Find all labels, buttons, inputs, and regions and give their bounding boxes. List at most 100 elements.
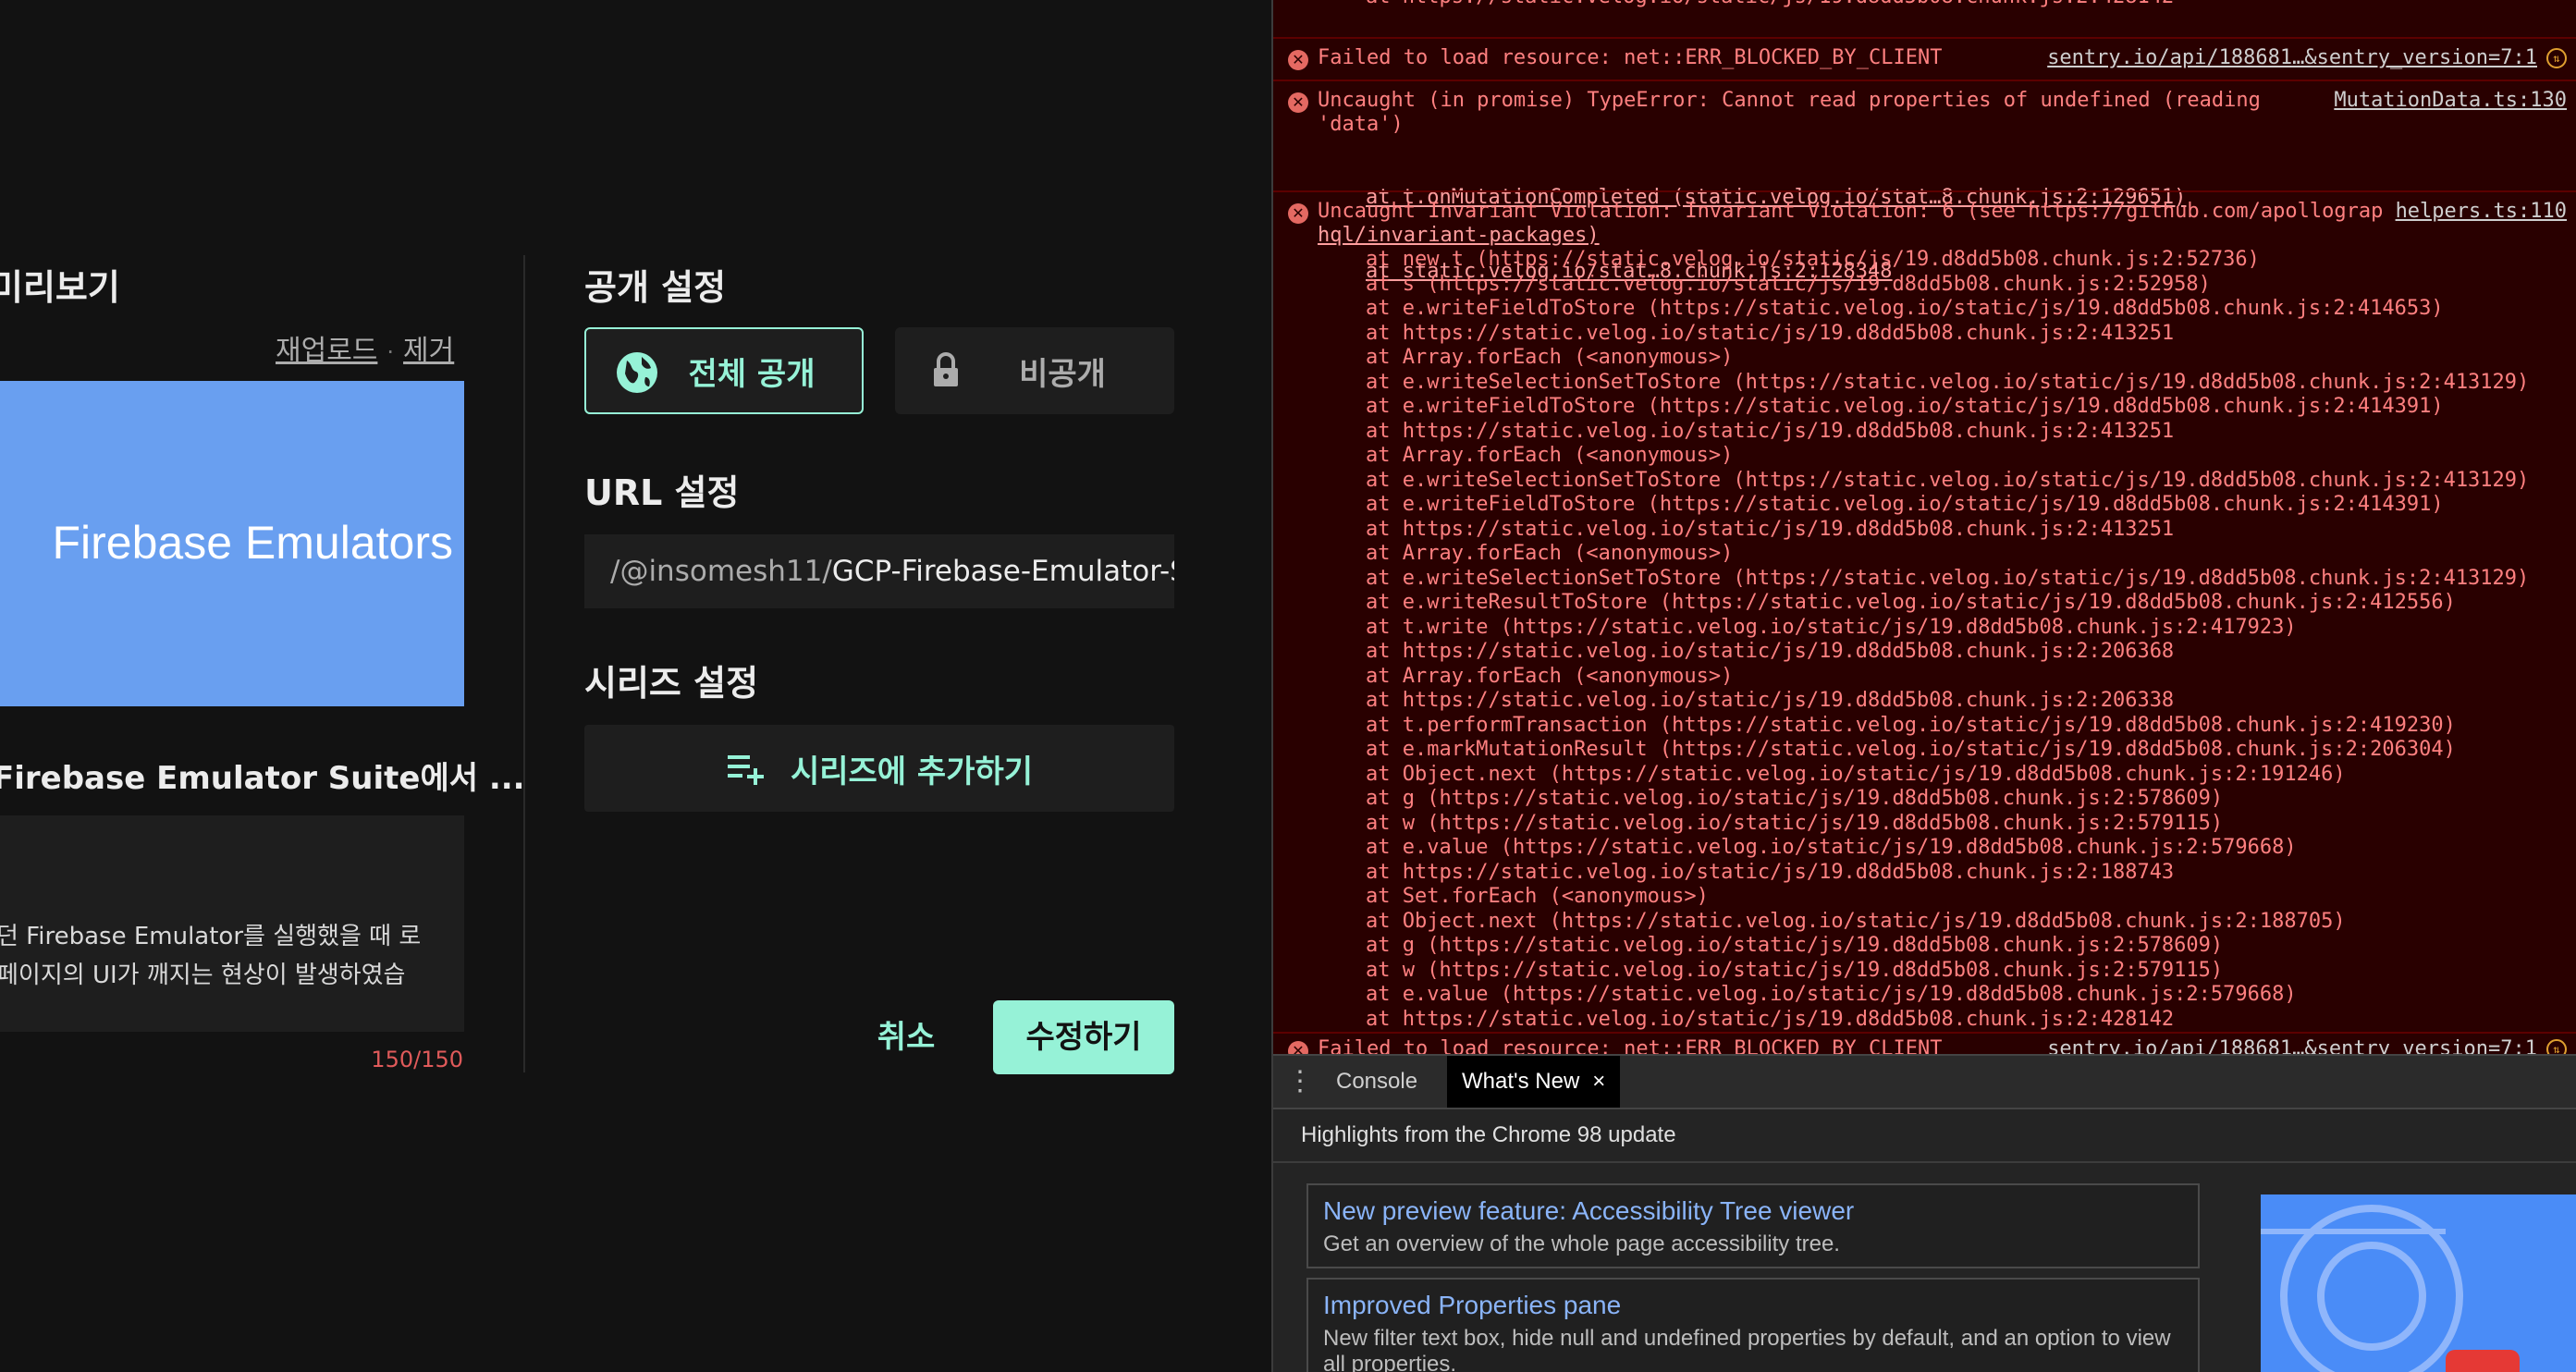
console-error-entry: ✕ Uncaught Invariant Violation: Invarian… xyxy=(1273,190,2576,1045)
error-source-link[interactable]: helpers.ts:110 xyxy=(2396,200,2567,223)
private-label: 비공개 xyxy=(1019,355,1106,393)
reupload-link[interactable]: 재업로드 xyxy=(276,335,377,367)
network-icon: ⇅ xyxy=(2546,1039,2567,1054)
stack-frame[interactable]: at e.writeFieldToStore (https://static.v… xyxy=(1366,395,2529,420)
stack-frame[interactable]: at e.markMutationResult (https://static.… xyxy=(1366,738,2529,763)
stack-frame[interactable]: at https://static.velog.io/static/js/19.… xyxy=(1366,420,2529,445)
stack-frame[interactable]: at e.value (https://static.velog.io/stat… xyxy=(1366,983,2529,1008)
console-error-entry: ✕ Uncaught (in promise) TypeError: Canno… xyxy=(1273,80,2576,283)
chrome-logo-icon xyxy=(2261,1205,2520,1372)
stack-frame[interactable]: at Array.forEach (<anonymous>) xyxy=(1366,542,2529,567)
thumbnail-actions: 재업로드 · 제거 xyxy=(276,327,454,368)
playlist-add-icon xyxy=(727,755,764,785)
error-icon: ✕ xyxy=(1288,50,1308,70)
stack-frame[interactable]: at g (https://static.velog.io/static/js/… xyxy=(1366,787,2529,812)
url-prefix: /@insomesh11/ xyxy=(610,555,832,588)
stack-frame[interactable]: at new t (https://static.velog.io/static… xyxy=(1366,248,2529,273)
description-counter: 150/150 xyxy=(371,1047,463,1072)
card-title[interactable]: New preview feature: Accessibility Tree … xyxy=(1323,1196,2183,1226)
stack-frame[interactable]: at e.writeFieldToStore (https://static.v… xyxy=(1366,493,2529,518)
series-heading: 시리즈 설정 xyxy=(584,663,759,704)
error-icon: ✕ xyxy=(1288,203,1308,224)
description-line: 페이지의 UI가 깨지는 현상이 발생하였습 xyxy=(0,962,406,989)
stack-frame[interactable]: at s (https://static.velog.io/static/js/… xyxy=(1366,273,2529,298)
velog-publish-screen: 미리보기 재업로드 · 제거 Firebase Emulators Firebase… xyxy=(0,0,1271,1372)
whats-new-card[interactable]: Improved Properties pane New filter text… xyxy=(1306,1278,2200,1372)
console-error-entry: ✕ Failed to load resource: net::ERR_BLOC… xyxy=(1273,37,2576,80)
stack-frame[interactable]: at https://static.velog.io/static/js/19.… xyxy=(1366,518,2529,543)
error-source-link[interactable]: MutationData.ts:130 xyxy=(2334,89,2567,112)
stack-frame[interactable]: at e.writeResultToStore (https://static.… xyxy=(1366,591,2529,616)
console-output[interactable]: at https://static.velog.io/static/js/19.… xyxy=(1273,0,2576,1054)
description-textarea[interactable]: 던 Firebase Emulator를 실행했을 때 로 페이지의 UI가 깨… xyxy=(0,815,464,1032)
stack-frame[interactable]: at https://static.velog.io/static/js/19.… xyxy=(1366,689,2529,714)
error-icon: ✕ xyxy=(1288,92,1308,113)
error-source-link[interactable]: sentry.io/api/188681…&sentry_version=7:1… xyxy=(2047,1037,2567,1054)
kebab-menu-icon[interactable]: ⋮ xyxy=(1286,1065,1314,1102)
stack-frame[interactable]: at w (https://static.velog.io/static/js/… xyxy=(1366,959,2529,984)
stack-frame: at https://static.velog.io/static/js/19.… xyxy=(1366,0,2174,8)
close-icon[interactable]: × xyxy=(1592,1069,1605,1094)
card-title[interactable]: Improved Properties pane xyxy=(1323,1291,2183,1320)
stack-frame[interactable]: at Object.next (https://static.velog.io/… xyxy=(1366,910,2529,935)
stack-frame[interactable]: at e.writeSelectionSetToStore (https://s… xyxy=(1366,371,2529,396)
stack-frame[interactable]: at https://static.velog.io/static/js/19.… xyxy=(1366,861,2529,886)
card-description: Get an overview of the whole page access… xyxy=(1323,1231,1840,1256)
stack-frame[interactable]: at Array.forEach (<anonymous>) xyxy=(1366,665,2529,690)
public-button[interactable]: 전체 공개 xyxy=(584,327,864,414)
stack-frame[interactable]: at e.writeSelectionSetToStore (https://s… xyxy=(1366,469,2529,494)
cancel-button[interactable]: 취소 xyxy=(851,1000,962,1074)
error-message-cont: hql/invariant-packages) xyxy=(1318,224,1600,247)
drawer-tab-bar: ⋮ Console What's New × xyxy=(1273,1054,2576,1109)
stack-frame[interactable]: at Array.forEach (<anonymous>) xyxy=(1366,346,2529,371)
stack-trace: at new t (https://static.velog.io/static… xyxy=(1366,248,2529,1032)
remove-link[interactable]: 제거 xyxy=(403,335,454,367)
thumbnail-text: Firebase Emulators xyxy=(52,517,454,569)
divider xyxy=(1273,1161,2576,1163)
column-divider xyxy=(523,255,525,1072)
stack-frame[interactable]: at https://static.velog.io/static/js/19.… xyxy=(1366,640,2529,665)
stack-frame[interactable]: at Set.forEach (<anonymous>) xyxy=(1366,885,2529,910)
stack-frame[interactable]: at g (https://static.velog.io/static/js/… xyxy=(1366,934,2529,959)
error-icon: ✕ xyxy=(1288,1041,1308,1054)
whats-new-panel: Highlights from the Chrome 98 update New… xyxy=(1273,1109,2576,1372)
url-input[interactable]: /@insomesh11/GCP-Firebase-Emulator-S xyxy=(584,534,1174,608)
error-source-text: sentry.io/api/188681…&sentry_version=7:1 xyxy=(2047,1037,2537,1054)
error-message: Failed to load resource: net::ERR_BLOCKE… xyxy=(1318,1037,1943,1054)
error-message: Uncaught Invariant Violation: Invariant … xyxy=(1318,200,2384,223)
post-title: Firebase Emulator Suite에서 ... xyxy=(0,760,525,797)
error-message: Failed to load resource: net::ERR_BLOCKE… xyxy=(1318,46,1943,69)
stack-frame[interactable]: at e.writeSelectionSetToStore (https://s… xyxy=(1366,567,2529,592)
error-message: Uncaught (in promise) TypeError: Cannot … xyxy=(1318,89,2261,112)
tab-whats-new[interactable]: What's New × xyxy=(1447,1056,1621,1108)
console-error-entry: ✕ Failed to load resource: net::ERR_BLOC… xyxy=(1273,1032,2576,1054)
url-heading: URL 설정 xyxy=(584,472,740,513)
add-to-series-button[interactable]: 시리즈에 추가하기 xyxy=(584,725,1174,812)
error-source-text: sentry.io/api/188681…&sentry_version=7:1 xyxy=(2047,46,2537,69)
separator-dot: · xyxy=(386,339,395,365)
stack-frame[interactable]: at Object.next (https://static.velog.io/… xyxy=(1366,763,2529,788)
stack-frame[interactable]: at w (https://static.velog.io/static/js/… xyxy=(1366,812,2529,837)
stack-frame[interactable]: at t.write (https://static.velog.io/stat… xyxy=(1366,616,2529,641)
error-message-cont: 'data') xyxy=(1318,113,1404,136)
submit-button[interactable]: 수정하기 xyxy=(993,1000,1174,1074)
chrome-video-thumbnail[interactable] xyxy=(2261,1194,2576,1372)
whats-new-card[interactable]: New preview feature: Accessibility Tree … xyxy=(1306,1183,2200,1268)
visibility-heading: 공개 설정 xyxy=(584,267,727,308)
thumbnail-image: Firebase Emulators xyxy=(0,381,464,706)
public-label: 전체 공개 xyxy=(688,355,816,393)
tab-whats-new-label: What's New xyxy=(1462,1069,1580,1094)
private-button[interactable]: 비공개 xyxy=(895,327,1174,414)
tab-console[interactable]: Console xyxy=(1321,1056,1432,1108)
devtools-panel: at https://static.velog.io/static/js/19.… xyxy=(1271,0,2576,1372)
stack-frame[interactable]: at Array.forEach (<anonymous>) xyxy=(1366,444,2529,469)
card-description: New filter text box, hide null and undef… xyxy=(1323,1326,2171,1372)
description-line: 던 Firebase Emulator를 실행했을 때 로 xyxy=(0,923,422,950)
stack-frame[interactable]: at https://static.velog.io/static/js/19.… xyxy=(1366,1008,2529,1033)
stack-frame[interactable]: at e.writeFieldToStore (https://static.v… xyxy=(1366,297,2529,322)
error-source-link[interactable]: sentry.io/api/188681…&sentry_version=7:1… xyxy=(2047,46,2567,69)
stack-frame[interactable]: at t.performTransaction (https://static.… xyxy=(1366,714,2529,739)
stack-frame[interactable]: at e.value (https://static.velog.io/stat… xyxy=(1366,836,2529,861)
url-slug: GCP-Firebase-Emulator-S xyxy=(831,555,1174,588)
stack-frame[interactable]: at https://static.velog.io/static/js/19.… xyxy=(1366,322,2529,347)
